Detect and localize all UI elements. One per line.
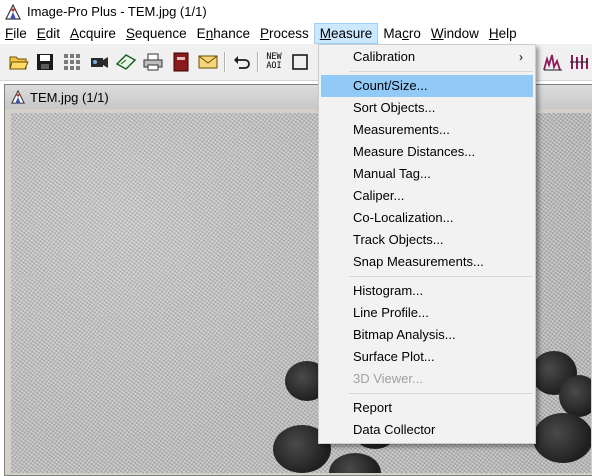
toolbar-separator — [257, 52, 259, 72]
channel-tool-button[interactable] — [568, 51, 590, 73]
menu-item-track-objects[interactable]: Track Objects... — [321, 229, 533, 251]
print-button[interactable] — [142, 51, 164, 73]
menu-item-measure-distances[interactable]: Measure Distances... — [321, 141, 533, 163]
rectangle-icon — [292, 54, 308, 70]
histogram-tool-button[interactable] — [542, 51, 564, 73]
menu-process[interactable]: Process — [255, 23, 314, 44]
book-icon — [173, 52, 189, 72]
new-aoi-button[interactable]: NEW AOI — [262, 51, 286, 73]
album-button[interactable] — [170, 51, 192, 73]
nanoparticle — [533, 413, 591, 463]
measure-menu-dropdown: Calibration › Count/Size... Sort Objects… — [318, 44, 536, 444]
submenu-arrow-icon: › — [519, 50, 523, 64]
new-aoi-label-bottom: AOI — [266, 61, 282, 71]
menu-item-bitmap-analysis[interactable]: Bitmap Analysis... — [321, 324, 533, 346]
mail-button[interactable] — [197, 51, 219, 73]
grid-icon — [64, 54, 80, 70]
menu-help[interactable]: Help — [484, 23, 522, 44]
scanner-icon — [115, 54, 137, 70]
app-logo-icon — [5, 3, 21, 20]
menu-item-histogram[interactable]: Histogram... — [321, 280, 533, 302]
document-icon — [11, 90, 25, 104]
title-bar: Image-Pro Plus - TEM.jpg (1/1) — [0, 0, 592, 23]
undo-icon — [234, 56, 250, 69]
toolbar-separator — [224, 52, 226, 72]
menu-separator — [349, 393, 533, 394]
menu-item-co-localization[interactable]: Co-Localization... — [321, 207, 533, 229]
save-button[interactable] — [34, 51, 56, 73]
document-title: TEM.jpg (1/1) — [30, 89, 109, 105]
menu-separator — [349, 71, 533, 72]
menu-item-measurements[interactable]: Measurements... — [321, 119, 533, 141]
grid-view-button[interactable] — [61, 51, 83, 73]
menu-item-manual-tag[interactable]: Manual Tag... — [321, 163, 533, 185]
menu-bar: File Edit Acquire Sequence Enhance Proce… — [0, 23, 592, 44]
open-folder-icon — [9, 56, 29, 70]
undo-button[interactable] — [231, 51, 253, 73]
rectangle-aoi-button[interactable] — [289, 51, 311, 73]
menu-item-calibration[interactable]: Calibration › — [321, 46, 533, 68]
camera-icon — [91, 57, 108, 68]
menu-sequence[interactable]: Sequence — [121, 23, 192, 44]
menu-item-sort-objects[interactable]: Sort Objects... — [321, 97, 533, 119]
scanner-button[interactable] — [115, 51, 137, 73]
menu-item-report[interactable]: Report — [321, 397, 533, 419]
menu-item-caliper[interactable]: Caliper... — [321, 185, 533, 207]
menu-enhance[interactable]: Enhance — [192, 23, 255, 44]
printer-icon — [143, 53, 163, 71]
window-title: Image-Pro Plus - TEM.jpg (1/1) — [27, 4, 207, 19]
menu-separator — [349, 276, 533, 277]
menu-edit[interactable]: Edit — [32, 23, 65, 44]
menu-window[interactable]: Window — [426, 23, 484, 44]
envelope-icon — [198, 55, 218, 69]
save-icon — [37, 54, 53, 70]
menu-file[interactable]: File — [0, 23, 32, 44]
histogram-icon — [543, 54, 562, 71]
menu-measure[interactable]: Measure — [313, 23, 379, 44]
menu-item-count-size[interactable]: Count/Size... — [321, 75, 533, 97]
menu-item-snap-measurements[interactable]: Snap Measurements... — [321, 251, 533, 273]
video-capture-button[interactable] — [88, 51, 110, 73]
bars-icon — [570, 55, 588, 69]
menu-item-line-profile[interactable]: Line Profile... — [321, 302, 533, 324]
menu-item-3d-viewer: 3D Viewer... — [353, 371, 423, 386]
nanoparticle — [559, 375, 591, 417]
menu-item-data-collector[interactable]: Data Collector — [321, 419, 533, 441]
open-folder-button[interactable] — [8, 51, 30, 73]
menu-macro[interactable]: Macro — [378, 23, 426, 44]
menu-acquire[interactable]: Acquire — [65, 23, 121, 44]
menu-item-surface-plot[interactable]: Surface Plot... — [321, 346, 533, 368]
